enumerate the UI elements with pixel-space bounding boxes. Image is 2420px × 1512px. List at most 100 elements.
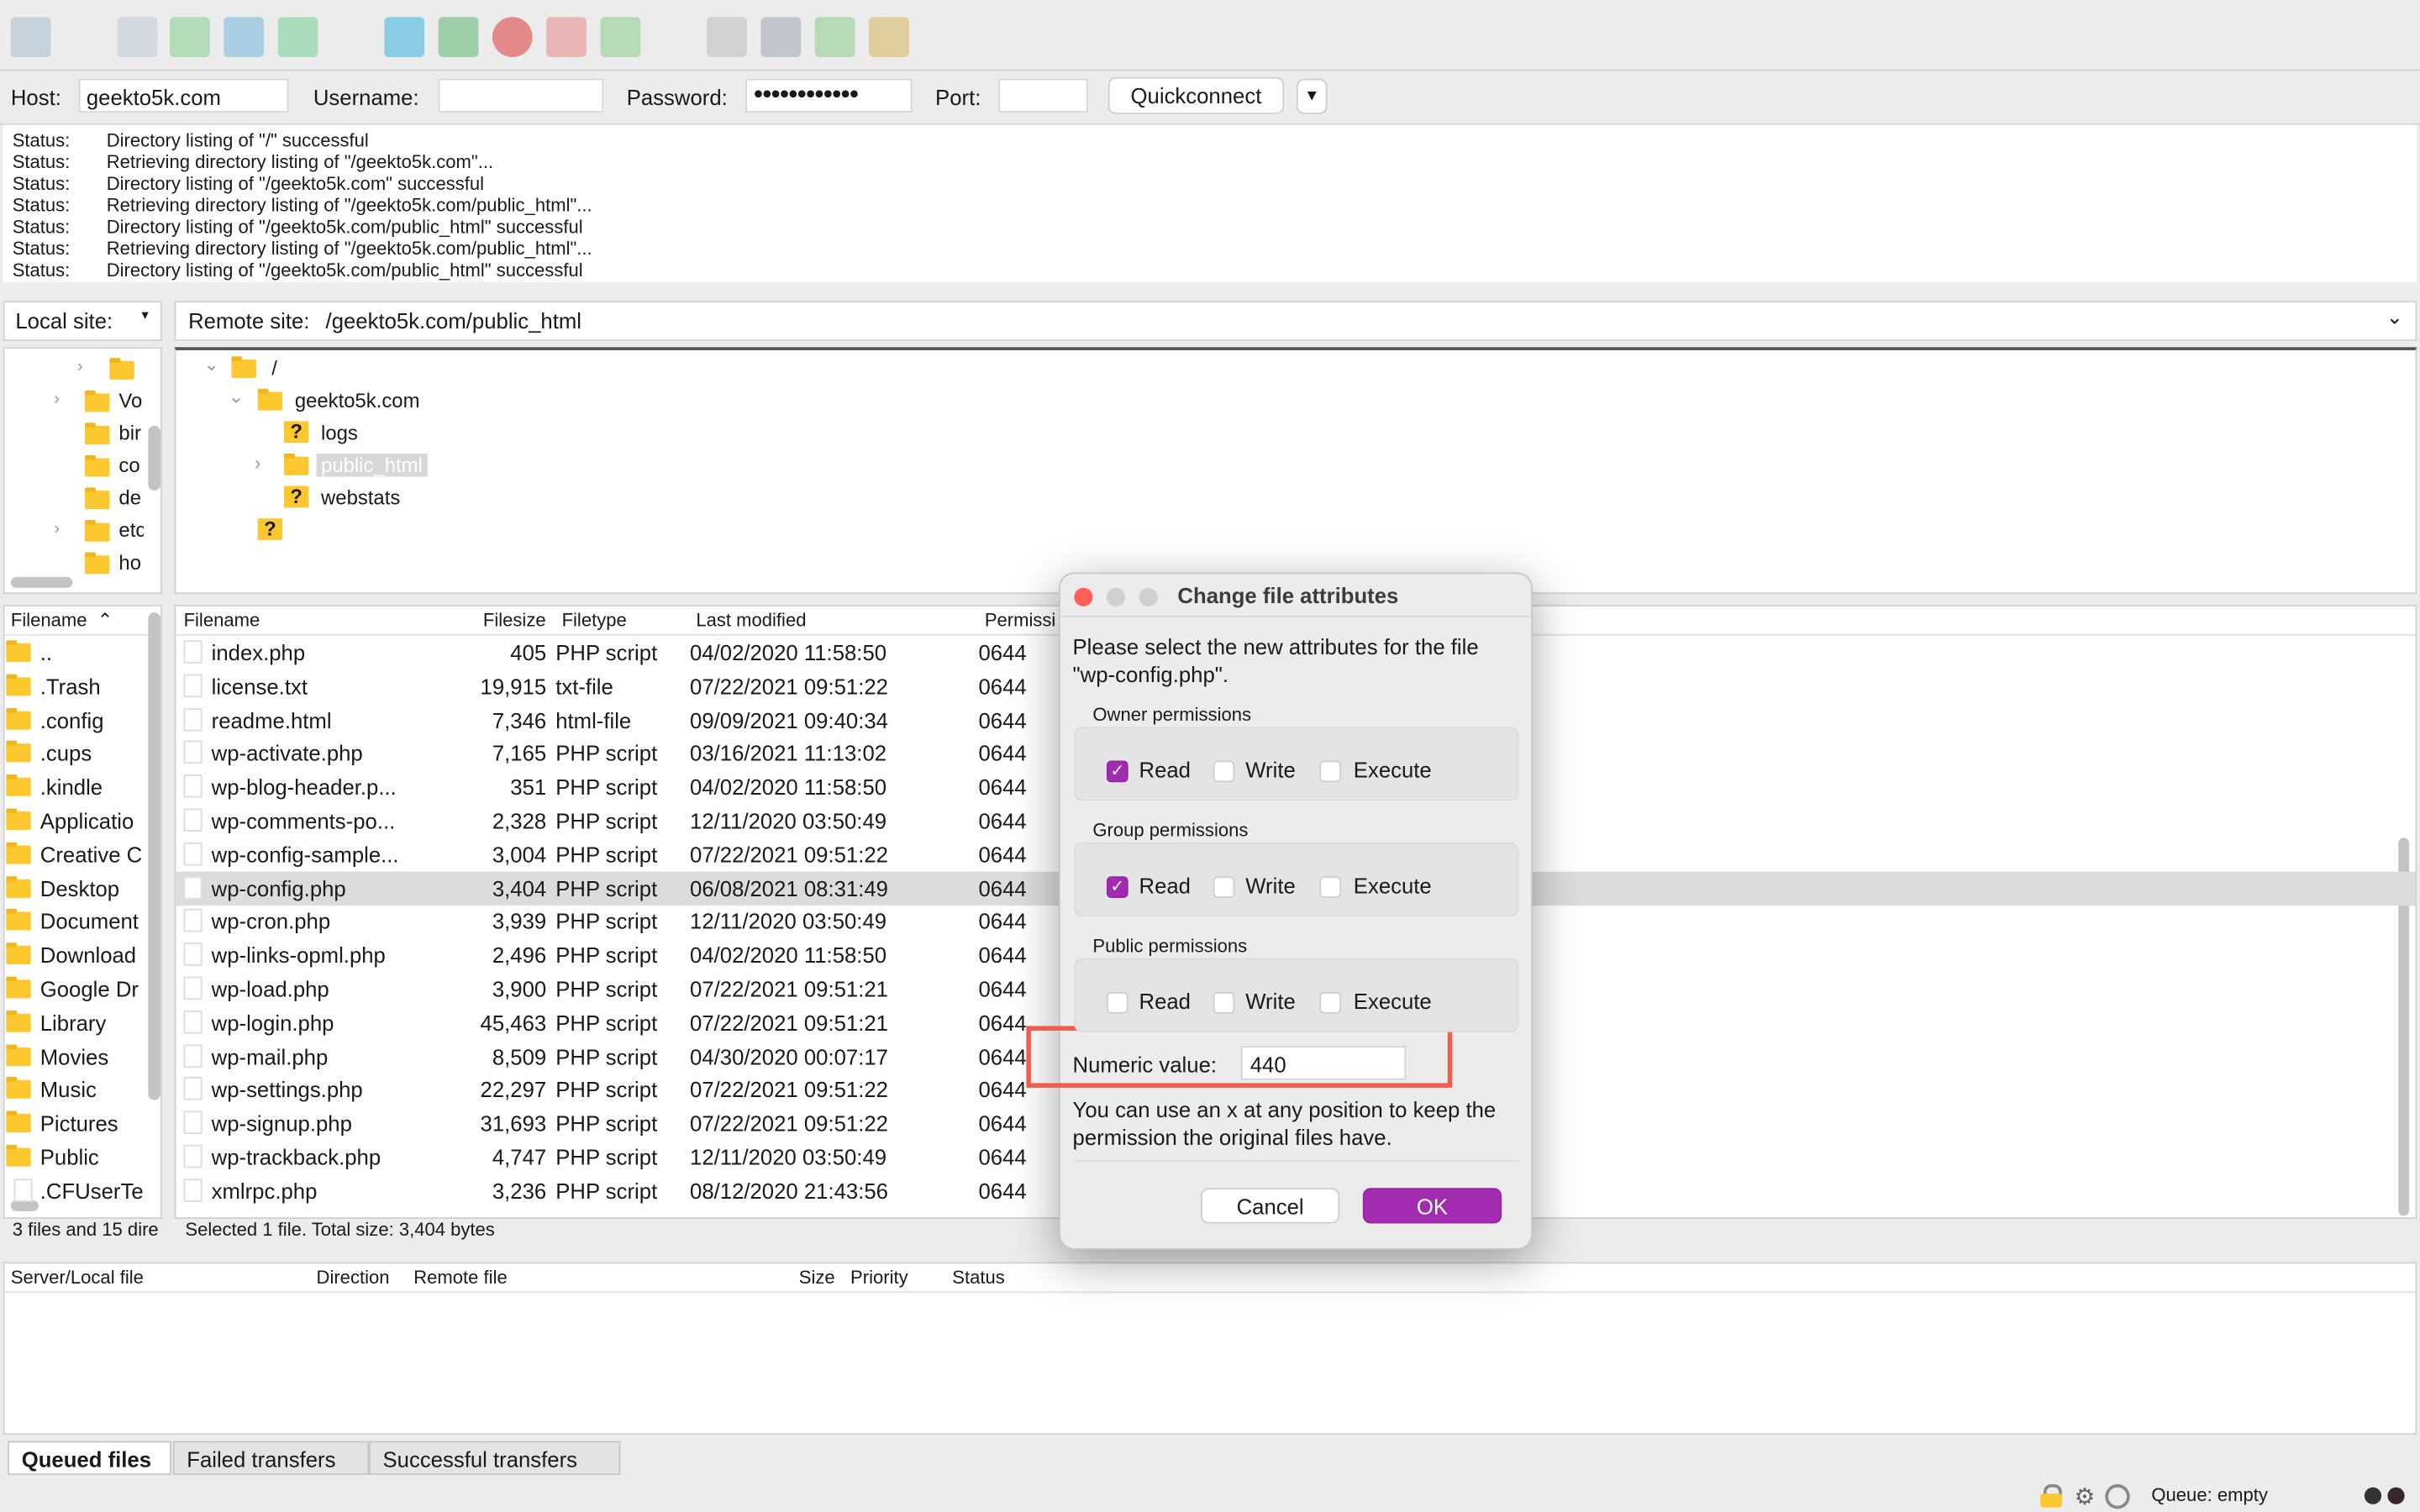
write-checkbox[interactable] <box>1213 992 1235 1014</box>
find-files-icon[interactable] <box>869 17 909 57</box>
local-file-row[interactable]: .CFUserTe <box>5 1173 144 1207</box>
directory-filters-icon[interactable] <box>707 17 747 57</box>
local-file-row[interactable]: Pictures <box>5 1106 144 1140</box>
minimize-icon <box>1106 587 1125 606</box>
local-file-row[interactable]: Document <box>5 905 144 938</box>
local-file-row[interactable]: Google Dr <box>5 972 144 1005</box>
site-manager-icon[interactable] <box>10 17 51 57</box>
tab-queued-files[interactable]: Queued files <box>8 1441 171 1475</box>
header-filename[interactable]: Filename <box>184 610 260 632</box>
chevron-right-icon[interactable]: › <box>54 391 60 409</box>
local-file-row[interactable]: .cups <box>5 737 144 770</box>
queue-header-size[interactable]: Size <box>799 1267 835 1289</box>
queue-header-remote-file[interactable]: Remote file <box>413 1267 507 1289</box>
password-input[interactable]: ●●●●●●●●●●●● <box>745 78 913 113</box>
queue-header-status[interactable]: Status <box>952 1267 1005 1289</box>
header-filetype[interactable]: Filetype <box>562 610 627 632</box>
tree-item[interactable]: / <box>267 356 282 380</box>
tree-item[interactable]: logs <box>317 421 363 444</box>
write-checkbox[interactable] <box>1213 876 1235 898</box>
local-header-filename[interactable]: Filename <box>11 610 87 632</box>
tree-item[interactable]: ho <box>118 551 143 575</box>
local-file-row[interactable]: Music <box>5 1073 144 1106</box>
compare-icon[interactable] <box>760 17 802 57</box>
file-icon <box>183 976 203 1000</box>
close-icon[interactable] <box>1074 587 1093 606</box>
local-list-scrollbar[interactable] <box>148 612 161 1100</box>
message-log-icon[interactable] <box>117 17 158 57</box>
header-filesize[interactable]: Filesize <box>483 610 546 632</box>
tree-item[interactable]: public_html <box>316 453 428 477</box>
tree-item[interactable]: bir <box>118 421 143 444</box>
file-permissions: 0644 <box>978 875 1027 900</box>
cancel-button[interactable]: Cancel <box>1200 1188 1340 1224</box>
execute-checkbox[interactable] <box>1319 992 1342 1014</box>
remote-tree-icon[interactable] <box>224 17 265 57</box>
gear-icon[interactable]: ⚙ <box>2075 1483 2096 1510</box>
read-checkbox[interactable]: ✓ <box>1106 876 1128 898</box>
file-name: .. <box>39 640 53 665</box>
process-queue-icon[interactable] <box>438 17 479 57</box>
tab-failed-transfers[interactable]: Failed transfers <box>172 1441 369 1475</box>
username-input[interactable] <box>438 78 604 113</box>
download-indicator-icon <box>2387 1487 2405 1504</box>
tree-item[interactable]: co <box>118 454 143 477</box>
local-file-row[interactable]: Public <box>5 1140 144 1173</box>
numeric-value-input[interactable]: 440 <box>1240 1046 1407 1080</box>
queue-header-direction[interactable]: Direction <box>317 1267 390 1289</box>
local-file-row[interactable]: Applicatio <box>5 804 144 837</box>
tree-item[interactable]: Vo <box>118 389 143 412</box>
sync-browse-icon[interactable] <box>814 17 855 57</box>
local-file-row[interactable]: Library <box>5 1005 144 1039</box>
local-file-row[interactable]: .. <box>5 636 144 669</box>
cancel-icon[interactable] <box>492 17 533 57</box>
local-file-row[interactable]: Download <box>5 938 144 972</box>
chevron-right-icon[interactable]: › <box>54 520 60 538</box>
execute-label: Execute <box>1353 757 1432 783</box>
tab-successful-transfers[interactable]: Successful transfers <box>368 1441 621 1475</box>
speed-limit-icon[interactable] <box>2105 1483 2130 1509</box>
local-site-dropdown-icon[interactable]: ▾ <box>131 307 159 335</box>
queue-header-priority[interactable]: Priority <box>850 1267 908 1289</box>
refresh-icon[interactable] <box>384 17 425 57</box>
chevron-down-icon[interactable]: ⌄ <box>229 386 244 407</box>
file-modified: 07/22/2021 09:51:22 <box>690 1110 888 1137</box>
disconnect-icon[interactable] <box>546 17 587 57</box>
tree-item[interactable]: geekto5k.com <box>290 389 424 412</box>
reconnect-icon[interactable] <box>600 17 641 57</box>
local-file-row[interactable]: .kindle <box>5 770 144 804</box>
queue-header-server-local-file[interactable]: Server/Local file <box>11 1267 144 1289</box>
port-input[interactable] <box>998 78 1088 113</box>
header-last-modified[interactable]: Last modified <box>696 610 806 632</box>
chevron-down-icon[interactable]: ⌄ <box>203 354 218 375</box>
execute-checkbox[interactable] <box>1319 876 1342 898</box>
execute-checkbox[interactable] <box>1319 760 1342 783</box>
read-checkbox[interactable]: ✓ <box>1106 760 1128 783</box>
chevron-right-icon[interactable]: › <box>255 452 260 474</box>
local-file-row[interactable]: Creative C <box>5 837 144 871</box>
read-checkbox[interactable] <box>1106 992 1128 1014</box>
local-tree-scrollbar[interactable] <box>148 425 161 491</box>
local-tree-icon[interactable] <box>170 17 210 57</box>
log-message: Retrieving directory listing of "/geekto… <box>106 150 494 173</box>
local-file-row[interactable]: .config <box>5 703 144 737</box>
host-input[interactable]: geekto5k.com <box>78 78 289 113</box>
local-file-row[interactable]: .Trash <box>5 669 144 703</box>
folder-icon <box>85 423 110 444</box>
ok-button[interactable]: OK <box>1362 1188 1502 1224</box>
header-permissions[interactable]: Permissi <box>985 610 1056 632</box>
local-file-row[interactable]: Movies <box>5 1039 144 1073</box>
tree-item[interactable]: webstats <box>317 486 405 510</box>
quickconnect-button[interactable]: Quickconnect <box>1107 76 1285 114</box>
local-file-row[interactable]: Desktop <box>5 871 144 905</box>
chevron-right-icon[interactable]: › <box>77 358 83 376</box>
remote-site-path[interactable]: /geekto5k.com/public_html <box>326 308 581 333</box>
quickconnect-dropdown-icon[interactable]: ▼ <box>1296 78 1328 114</box>
remote-site-dropdown-icon[interactable]: ⌄ <box>2386 306 2403 330</box>
file-name: Creative C <box>39 842 143 867</box>
local-tree-hscrollbar[interactable] <box>10 576 73 588</box>
write-checkbox[interactable] <box>1213 760 1235 783</box>
tree-item[interactable]: etc <box>118 518 143 542</box>
tree-item[interactable]: de <box>118 486 143 510</box>
transfer-queue-icon[interactable] <box>277 17 318 57</box>
